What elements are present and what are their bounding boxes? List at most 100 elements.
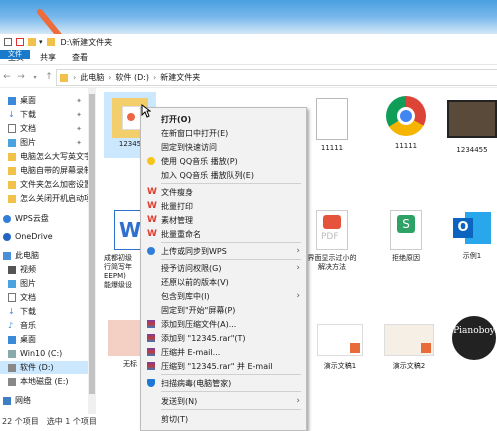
nav-item-folder[interactable]: 怎么关闭开机启动项 bbox=[0, 192, 88, 205]
nav-item-downloads[interactable]: ↓ 下载 bbox=[0, 305, 88, 318]
file-item[interactable]: O 示例1 bbox=[446, 206, 497, 261]
breadcrumb-this-pc[interactable]: 此电脑 bbox=[77, 72, 107, 83]
nav-item-folder[interactable]: 电脑自带的屏幕录制 bbox=[0, 164, 88, 177]
menu-item-include-library[interactable]: 包含到库中(I) › bbox=[141, 289, 306, 303]
qa-dropdown-icon[interactable]: ▾ bbox=[39, 38, 43, 46]
menu-item-grant-access[interactable]: 授予访问权限(G) › bbox=[141, 261, 306, 275]
nav-item-wps-cloud[interactable]: WPS云盘 bbox=[0, 212, 88, 225]
breadcrumb-folder[interactable]: 新建文件夹 bbox=[157, 72, 203, 83]
menu-separator bbox=[161, 391, 301, 392]
file-item[interactable]: 1234455 bbox=[446, 92, 497, 155]
winrar-icon bbox=[147, 348, 155, 356]
folder-icon bbox=[8, 194, 16, 203]
winrar-icon bbox=[147, 334, 155, 342]
menu-item-add-archive[interactable]: 添加到压缩文件(A)... bbox=[141, 317, 306, 331]
menu-item-qq-music-play[interactable]: 使用 QQ音乐 播放(P) bbox=[141, 154, 306, 168]
wps-icon: W bbox=[147, 215, 157, 225]
menu-item-open[interactable]: 打开(O) bbox=[141, 112, 306, 126]
menu-item-upload-wps[interactable]: 上传或同步到WPS › bbox=[141, 244, 306, 258]
nav-item-drive-c[interactable]: Win10 (C:) bbox=[0, 347, 88, 360]
nav-item-desktop[interactable]: 桌面 ✦ bbox=[0, 94, 88, 107]
file-item[interactable]: 演示文稿1 bbox=[314, 318, 366, 371]
nav-item-folder[interactable]: 电脑怎么大写英文字 bbox=[0, 150, 88, 163]
nav-item-music[interactable]: ♪ 音乐 bbox=[0, 319, 88, 332]
title-bar: ▾ D:\新建文件夹 bbox=[0, 34, 497, 50]
nav-item-documents[interactable]: 文档 ✦ bbox=[0, 122, 88, 135]
breadcrumb-drive-d[interactable]: 软件 (D:) bbox=[112, 72, 152, 83]
menu-separator bbox=[161, 374, 301, 375]
ribbon-tabs: 文件 主页 共享 查看 bbox=[0, 50, 497, 65]
file-item[interactable]: 11111 bbox=[306, 92, 358, 153]
nav-item-pictures[interactable]: 图片 ✦ bbox=[0, 136, 88, 149]
address-bar: ← → ▾ ↑ › 此电脑 › 软件 (D:) › 新建文件夹 bbox=[0, 67, 497, 88]
drive-icon bbox=[8, 363, 16, 372]
nav-item-drive-e[interactable]: 本地磁盘 (E:) bbox=[0, 375, 88, 388]
nav-item-documents[interactable]: 文档 bbox=[0, 291, 88, 304]
menu-separator bbox=[161, 183, 301, 184]
tab-file[interactable]: 文件 bbox=[0, 50, 30, 59]
nav-item-this-pc[interactable]: 此电脑 bbox=[0, 249, 88, 262]
file-item[interactable]: PDF 界面显示过小的 解决方法 bbox=[306, 206, 358, 272]
checkbox-icon[interactable] bbox=[16, 38, 24, 46]
save-icon[interactable] bbox=[4, 38, 12, 46]
menu-item-asset-manage[interactable]: W 素材管理 bbox=[141, 213, 306, 227]
audio-cover-icon: Pianoboy bbox=[452, 316, 496, 360]
menu-item-cut[interactable]: 剪切(T) bbox=[141, 412, 306, 426]
menu-item-batch-print[interactable]: W 批量打印 bbox=[141, 199, 306, 213]
nav-item-folder[interactable]: 文件夹怎么加密设置 bbox=[0, 178, 88, 191]
recent-dropdown-icon[interactable]: ▾ bbox=[28, 74, 42, 81]
menu-item-pin-start[interactable]: 固定到"开始"屏幕(P) bbox=[141, 303, 306, 317]
back-icon[interactable]: ← bbox=[0, 72, 14, 82]
blank-file-icon bbox=[316, 98, 348, 140]
file-item[interactable]: Pianoboy bbox=[451, 316, 497, 360]
file-label: 示例1 bbox=[462, 252, 482, 260]
menu-separator bbox=[161, 409, 301, 410]
nav-item-drive-d[interactable]: 软件 (D:) bbox=[0, 361, 88, 374]
computer-icon bbox=[3, 251, 11, 260]
menu-item-add-rar[interactable]: 添加到 "12345.rar"(T) bbox=[141, 331, 306, 345]
scrollbar-thumb[interactable] bbox=[89, 94, 95, 394]
menu-item-pin-quick-access[interactable]: 固定到快速访问 bbox=[141, 140, 306, 154]
file-item[interactable]: 11111 bbox=[380, 92, 432, 151]
presentation-icon bbox=[384, 324, 434, 356]
nav-item-downloads[interactable]: ↓ 下载 ✦ bbox=[0, 108, 88, 121]
file-item[interactable]: S 拒绝原因 bbox=[380, 206, 432, 263]
navigation-pane: 桌面 ✦ ↓ 下载 ✦ 文档 ✦ 图片 ✦ 电脑怎么大写英文字 电脑自带的屏幕录制 文件夹… bbox=[0, 88, 88, 414]
menu-separator bbox=[161, 259, 301, 260]
menu-item-compress-rar-email[interactable]: 压缩到 "12345.rar" 并 E-mail bbox=[141, 359, 306, 373]
item-count: 22 个项目 bbox=[2, 417, 39, 426]
menu-item-batch-rename[interactable]: W 批量重命名 bbox=[141, 227, 306, 241]
menu-item-compress-email[interactable]: 压缩并 E-mail... bbox=[141, 345, 306, 359]
menu-item-restore-versions[interactable]: 还原以前的版本(V) bbox=[141, 275, 306, 289]
cloud-icon bbox=[147, 247, 155, 255]
nav-item-onedrive[interactable]: OneDrive bbox=[0, 230, 88, 243]
forward-icon[interactable]: → bbox=[14, 72, 28, 82]
nav-item-videos[interactable]: 视频 bbox=[0, 263, 88, 276]
tab-share[interactable]: 共享 bbox=[32, 50, 64, 64]
winrar-icon bbox=[147, 320, 155, 328]
presentation-icon bbox=[317, 324, 363, 356]
menu-item-send-to[interactable]: 发送到(N) › bbox=[141, 394, 306, 408]
nav-item-desktop[interactable]: 桌面 bbox=[0, 333, 88, 346]
nav-scrollbar[interactable] bbox=[88, 88, 96, 414]
nav-item-pictures[interactable]: 图片 bbox=[0, 277, 88, 290]
menu-item-file-slim[interactable]: W 文件瘦身 bbox=[141, 185, 306, 199]
cloud-icon bbox=[3, 214, 11, 223]
up-icon[interactable]: ↑ bbox=[42, 72, 56, 82]
tab-view[interactable]: 查看 bbox=[64, 50, 96, 64]
wps-icon: W bbox=[147, 201, 157, 211]
menu-item-virus-scan[interactable]: 扫描病毒(电脑管家) bbox=[141, 376, 306, 390]
folder-icon bbox=[8, 152, 16, 161]
menu-item-open-new-window[interactable]: 在新窗口中打开(E) bbox=[141, 126, 306, 140]
pin-icon: ✦ bbox=[76, 96, 82, 105]
menu-item-qq-music-queue[interactable]: 加入 QQ音乐 播放队列(E) bbox=[141, 168, 306, 182]
file-item[interactable]: 演示文稿2 bbox=[380, 318, 438, 371]
pdf-icon: PDF bbox=[316, 210, 348, 250]
shield-icon bbox=[147, 379, 155, 387]
path-box[interactable]: › 此电脑 › 软件 (D:) › 新建文件夹 bbox=[56, 69, 497, 86]
folder-icon[interactable] bbox=[28, 38, 36, 46]
folder-icon bbox=[8, 180, 16, 189]
video-thumbnail-icon bbox=[447, 100, 497, 138]
desktop-icon bbox=[8, 335, 16, 344]
nav-item-network[interactable]: 网络 bbox=[0, 394, 88, 407]
